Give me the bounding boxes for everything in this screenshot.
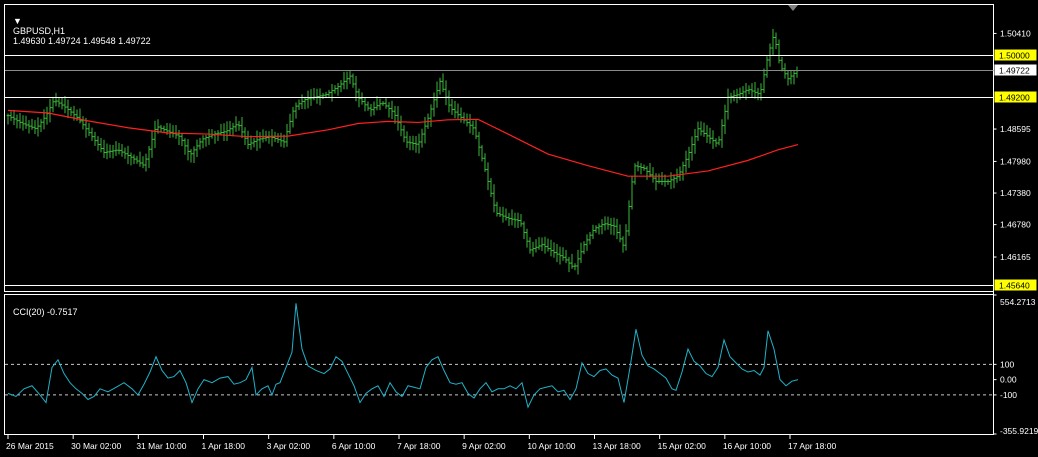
chart-window: 1.50410 1.48595 1.47980 1.47380 1.46780 1.461… [0,0,1038,457]
time-axis-label: 3 Apr 02:00 [267,441,311,451]
time-axis-label: 6 Apr 10:00 [332,441,376,451]
menu-arrow-icon[interactable]: ▼ [13,16,22,26]
time-axis-label: 26 Mar 2015 [6,441,54,451]
price-axis-label: 1.47380 [1000,188,1031,198]
price-tag-label: 1.49200 [999,93,1030,103]
cci-axis-label: -100 [1000,390,1017,400]
ohlc-values: 1.49630 1.49724 1.49548 1.49722 [13,36,151,46]
time-axis-label: 15 Apr 02:00 [658,441,706,451]
cci-axis-label: -355.9219 [1000,426,1038,436]
time-axis-label: 30 Mar 02:00 [71,441,121,451]
price-axis-label: 1.50410 [1000,28,1031,38]
time-axis-label: 13 Apr 18:00 [593,441,641,451]
symbol-label: GBPUSD,H1 [13,26,66,36]
price-axis-label: 1.48595 [1000,124,1031,134]
time-axis-label: 17 Apr 18:00 [788,441,836,451]
price-tag-label: 1.49722 [999,66,1030,76]
cci-label: CCI(20) -0.7517 [13,307,78,317]
time-axis-label: 9 Apr 02:00 [462,441,506,451]
time-axis-label: 16 Apr 10:00 [723,441,771,451]
cci-axis-label: 554.2713 [1000,297,1036,307]
time-axis-label: 7 Apr 18:00 [397,441,441,451]
price-tag-label: 1.50000 [999,51,1030,61]
time-axis-label: 31 Mar 10:00 [136,441,186,451]
price-axis-label: 1.47980 [1000,156,1031,166]
price-axis-label: 1.46165 [1000,252,1031,262]
cci-header: CCI(20) -0.7517 [8,297,78,317]
time-axis-label: 1 Apr 18:00 [202,441,246,451]
symbol-header: ▼ GBPUSD,H1 1.49630 1.49724 1.49548 1.49… [8,6,151,46]
price-axis-label: 1.46780 [1000,220,1031,230]
time-axis-label: 10 Apr 10:00 [527,441,575,451]
cci-axis-label: 0.00 [1000,375,1017,385]
cci-axis-label: 100 [1000,359,1014,369]
price-tag-label: 1.45640 [999,281,1030,291]
